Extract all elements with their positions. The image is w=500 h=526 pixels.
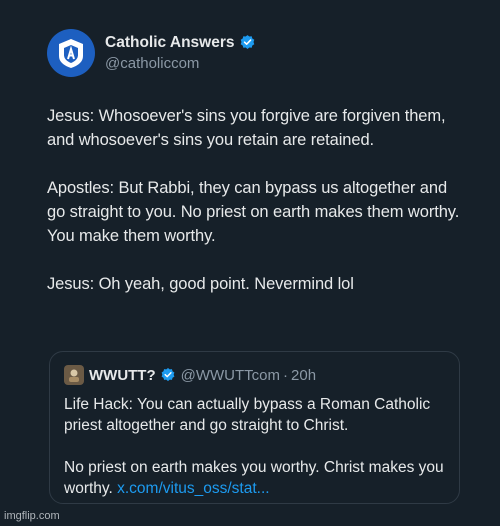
tweet-paragraph: Jesus: Oh yeah, good point. Nevermind lo… (47, 275, 354, 293)
quoted-avatar (64, 365, 84, 385)
quoted-tweet-card[interactable]: WWUTT? @WWUTTcom · 20h Life Hack: You ca… (49, 351, 460, 504)
tweet-body: Jesus: Whosoever's sins you forgive are … (47, 104, 467, 296)
tweet-header: Catholic Answers @catholiccom (47, 29, 256, 77)
author-handle[interactable]: @catholiccom (105, 54, 256, 74)
quoted-tweet-body: Life Hack: You can actually bypass a Rom… (64, 394, 449, 499)
quoted-handle[interactable]: @WWUTTcom (181, 367, 280, 384)
tweet-paragraph: Apostles: But Rabbi, they can bypass us … (47, 179, 460, 245)
author-names: Catholic Answers @catholiccom (105, 33, 256, 74)
watermark: imgflip.com (4, 510, 60, 522)
quoted-display-name[interactable]: WWUTT? (89, 367, 156, 384)
quoted-paragraph-2: No priest on earth makes you worthy. Chr… (64, 457, 449, 499)
quoted-avatar-icon (69, 369, 79, 382)
avatar[interactable] (47, 29, 95, 77)
separator-dot: · (283, 366, 289, 384)
name-row: Catholic Answers (105, 33, 256, 53)
quoted-timestamp[interactable]: 20h (291, 367, 316, 384)
author-display-name[interactable]: Catholic Answers (105, 33, 235, 53)
quoted-tweet-header: WWUTT? @WWUTTcom · 20h (64, 365, 316, 385)
verified-badge-icon (240, 35, 254, 50)
screenshot-frame: Catholic Answers @catholiccom Jesus: Who… (0, 0, 500, 526)
quoted-verified-badge-icon (161, 368, 175, 382)
catholic-answers-logo-icon (59, 39, 83, 68)
quoted-link[interactable]: x.com/vitus_oss/stat... (117, 480, 269, 497)
tweet-paragraph: Jesus: Whosoever's sins you forgive are … (47, 107, 446, 149)
quoted-paragraph: Life Hack: You can actually bypass a Rom… (64, 396, 431, 434)
